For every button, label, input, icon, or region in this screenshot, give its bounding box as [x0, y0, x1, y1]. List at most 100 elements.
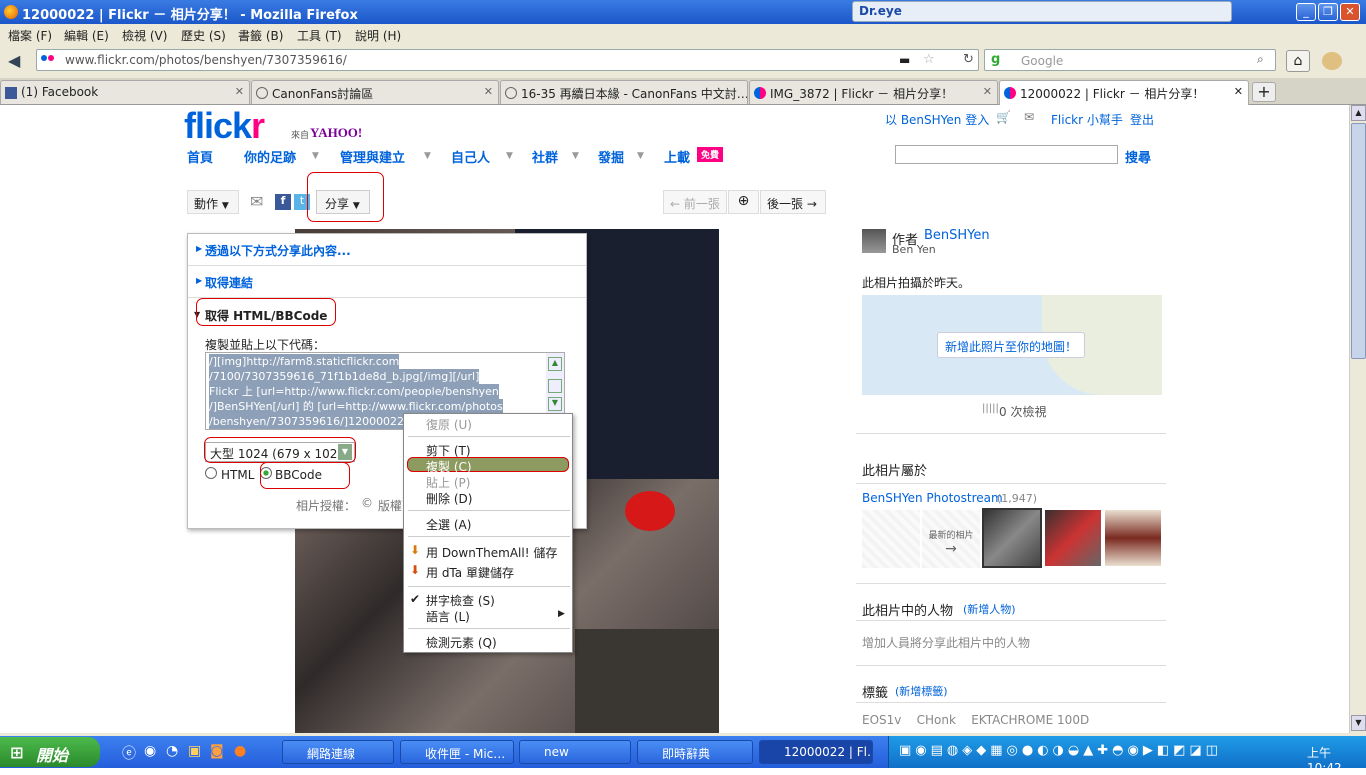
clock[interactable]: 上午 10:42 — [1307, 744, 1366, 775]
current-thumb[interactable] — [982, 508, 1042, 568]
facebook-share-icon[interactable]: f — [275, 194, 291, 210]
menu-copy[interactable]: 複製 (C) — [426, 458, 472, 475]
quicklaunch-icon[interactable]: ◉ — [144, 743, 156, 759]
minimize-button[interactable]: _ — [1296, 3, 1316, 21]
url-text[interactable]: www.flickr.com/photos/benshyen/730735961… — [65, 53, 347, 67]
maximize-button[interactable]: ❐ — [1318, 3, 1338, 21]
dropdown-icon[interactable]: ▼ — [312, 151, 319, 161]
share-via-link[interactable]: 透過以下方式分享此內容... — [205, 242, 351, 259]
dropdown-icon[interactable]: ▼ — [424, 151, 431, 161]
firefox-icon[interactable]: ● — [234, 743, 246, 759]
scroll-down-icon[interactable]: ▼ — [548, 397, 562, 411]
cart-icon[interactable]: 🛒 — [996, 110, 1011, 124]
menu-view[interactable]: 檢視 (V) — [122, 27, 167, 44]
task-new[interactable]: new — [519, 740, 631, 764]
back-icon[interactable]: ◀ — [8, 51, 30, 71]
task-inbox[interactable]: 收件匣 - Mic… — [400, 740, 514, 764]
menu-undo[interactable]: 復原 (U) — [426, 416, 472, 433]
menu-paste[interactable]: 貼上 (P) — [426, 474, 470, 491]
newest-thumb[interactable]: 最新的相片 → — [922, 510, 980, 568]
author-link[interactable]: BenSHYen — [924, 228, 990, 243]
nav-groups[interactable]: 社群 — [532, 147, 558, 166]
dreye-label[interactable]: Dr.eye — [859, 4, 902, 18]
close-button[interactable]: ✕ — [1340, 3, 1360, 21]
reload-icon[interactable]: ↻ — [963, 52, 974, 67]
avatar[interactable] — [862, 229, 886, 253]
star-icon[interactable]: ☆ — [923, 52, 935, 67]
next-button[interactable]: 後一張 → — [760, 190, 826, 214]
quicklaunch-ie-icon[interactable]: ⓔ — [122, 743, 136, 763]
scroll-up-icon[interactable]: ▲ — [1351, 105, 1366, 121]
magnifier-icon[interactable]: ⌕ — [1257, 52, 1264, 67]
logout-link[interactable]: 登出 — [1130, 111, 1154, 128]
scroll-down-icon[interactable]: ▼ — [1351, 715, 1366, 731]
nav-organize[interactable]: 管理與建立 — [340, 147, 405, 166]
dropdown-icon[interactable]: ▼ — [506, 151, 513, 161]
new-tab-button[interactable]: + — [1252, 82, 1276, 102]
menu-bookmarks[interactable]: 書籤 (B) — [238, 27, 283, 44]
help-link[interactable]: Flickr 小幫手 — [1051, 111, 1123, 128]
menu-tools[interactable]: 工具 (T) — [297, 27, 342, 44]
url-bar[interactable]: www.flickr.com/photos/benshyen/730735961… — [36, 49, 979, 71]
menu-spellcheck[interactable]: 拼字檢查 (S) — [426, 592, 495, 609]
map[interactable]: 新增此照片至你的地圖！ — [862, 295, 1162, 395]
prev-button[interactable]: ← 前一張 — [663, 190, 727, 214]
get-link-row[interactable]: ▶ 取得連結 — [188, 266, 586, 298]
menu-history[interactable]: 歷史 (S) — [181, 27, 226, 44]
menu-help[interactable]: 說明 (H) — [355, 27, 401, 44]
task-network[interactable]: 網路連線 — [282, 740, 394, 764]
tab-canonfans[interactable]: CanonFans討論區 ✕ — [251, 80, 499, 104]
task-dictionary[interactable]: 即時辭典 — [637, 740, 753, 764]
add-person-link[interactable]: (新增人物) — [963, 601, 1016, 617]
tab-current[interactable]: 12000022 | Flickr － 相片分享！ ✕ — [999, 80, 1249, 106]
search-box[interactable]: g Google ⌕ — [984, 49, 1276, 71]
nav-upload[interactable]: 上載 — [664, 147, 690, 166]
scroll-up-icon[interactable]: ▲ — [548, 357, 562, 371]
menu-file[interactable]: 檔案 (F) — [8, 27, 52, 44]
menu-edit[interactable]: 編輯 (E) — [64, 27, 109, 44]
menu-inspect[interactable]: 檢測元素 (Q) — [426, 634, 497, 651]
tab-facebook[interactable]: (1) Facebook ✕ — [0, 80, 250, 104]
flickr-search-input[interactable] — [895, 145, 1118, 164]
scroll-thumb[interactable] — [1351, 123, 1366, 359]
page-scrollbar[interactable]: ▲ ▼ — [1349, 105, 1366, 733]
tags-list[interactable]: EOS1v CHonk EKTACHROME 100D — [862, 713, 1089, 727]
quicklaunch-icon[interactable]: ◔ — [166, 743, 178, 759]
menu-dta-oneclick[interactable]: 用 dTa 單鍵儲存 — [426, 564, 514, 581]
signin-status[interactable]: 以 BenSHYen 登入 — [885, 111, 989, 128]
tray-icons[interactable]: ▣◉▤◍◈◆▦◎●◐◑◒▲✚◓◉▶◧◩◪◫ — [899, 743, 1222, 758]
nav-home[interactable]: 首頁 — [187, 147, 213, 166]
menu-delete[interactable]: 刪除 (D) — [426, 490, 472, 507]
google-icon[interactable]: g — [991, 52, 1000, 67]
thumb[interactable] — [1045, 510, 1101, 566]
menu-language[interactable]: 語言 (L) — [426, 608, 470, 625]
search-placeholder[interactable]: Google — [1021, 54, 1063, 68]
tab-img3872[interactable]: IMG_3872 | Flickr － 相片分享！ ✕ — [749, 80, 998, 104]
get-link-link[interactable]: 取得連結 — [205, 274, 253, 291]
start-button[interactable]: ⊞ 開始 — [0, 737, 100, 767]
email-icon[interactable]: ✉ — [250, 192, 263, 211]
dropdown-icon[interactable]: ▼ — [572, 151, 579, 161]
zoom-icon[interactable]: ⊕ — [728, 190, 759, 214]
mail-icon[interactable]: ✉ — [1024, 110, 1034, 124]
home-button[interactable]: ⌂ — [1286, 50, 1310, 72]
nav-you[interactable]: 你的足跡 — [244, 147, 296, 166]
radio-html[interactable] — [205, 467, 217, 479]
nav-contacts[interactable]: 自己人 — [451, 147, 490, 166]
close-tab-icon[interactable]: ✕ — [983, 85, 992, 98]
scroll-thumb[interactable] — [548, 379, 562, 393]
quicklaunch-icon[interactable]: ◙ — [210, 743, 224, 759]
task-firefox[interactable]: 12000022 | Fl… — [759, 740, 873, 764]
dropdown-icon[interactable]: ▼ — [637, 151, 644, 161]
license-value[interactable]: 版權 — [378, 497, 402, 514]
flickr-logo[interactable]: flickr — [184, 105, 265, 147]
folder-icon[interactable]: ▣ — [188, 743, 201, 759]
add-to-map-button[interactable]: 新增此照片至你的地圖！ — [937, 332, 1085, 358]
close-tab-icon[interactable]: ✕ — [1234, 85, 1243, 98]
menu-dta[interactable]: 用 DownThemAll! 儲存 — [426, 544, 557, 561]
close-tab-icon[interactable]: ✕ — [484, 85, 493, 98]
addon-icon[interactable] — [1322, 52, 1342, 70]
flickr-search-button[interactable]: 搜尋 — [1125, 147, 1151, 166]
close-tab-icon[interactable]: ✕ — [235, 85, 244, 98]
menu-select-all[interactable]: 全選 (A) — [426, 516, 471, 533]
